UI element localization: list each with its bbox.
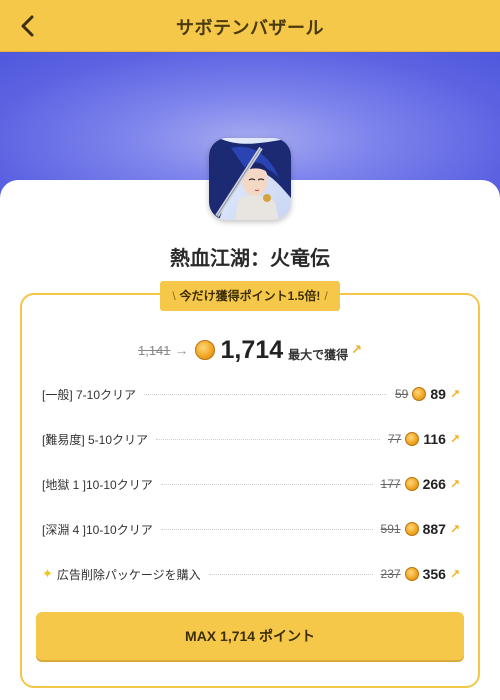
arrow-right-icon: → — [174, 342, 189, 358]
task-row[interactable]: [深淵 4 ]10-10クリア 591 887 ↗ — [42, 519, 460, 539]
external-arrow-icon[interactable]: ↗ — [450, 432, 460, 446]
coin-icon — [194, 340, 215, 360]
task-row[interactable]: [地獄 1 ]10-10クリア 177 266 ↗ — [42, 474, 460, 494]
task-old-points: 591 — [380, 522, 401, 536]
coin-icon — [404, 567, 419, 581]
task-points: 266 — [422, 476, 446, 492]
total-points-row: 1,141 → 1,714 最大で獲得 ↗ — [0, 334, 500, 366]
max-points-button[interactable]: MAX 1,714 ポイント — [36, 612, 464, 660]
total-points: 1,714 — [220, 335, 284, 364]
coin-icon — [405, 432, 420, 446]
task-label: [一般] 7-10クリア — [42, 387, 137, 402]
external-arrow-icon[interactable]: ↗ — [450, 387, 460, 401]
task-row[interactable]: [一般] 7-10クリア 59 89 ↗ — [42, 384, 460, 404]
task-old-points: 237 — [380, 567, 401, 581]
old-total-points: 1,141 — [137, 342, 171, 358]
total-suffix: 最大で獲得 — [288, 347, 349, 362]
task-label: 広告削除パッケージを購入 — [56, 567, 201, 582]
app-name: 熱血江湖：火竜伝 — [170, 248, 330, 270]
task-points: 887 — [422, 521, 446, 537]
task-label: [地獄 1 ]10-10クリア — [42, 477, 153, 492]
sparkle-icon: ✦ — [42, 566, 53, 581]
task-label: [深淵 4 ]10-10クリア — [42, 522, 153, 537]
task-old-points: 77 — [387, 432, 402, 446]
dotted-leader — [160, 483, 373, 485]
task-row[interactable]: ✦ 広告削除パッケージを購入 237 356 ↗ — [42, 564, 460, 584]
coin-icon — [404, 477, 419, 491]
task-old-points: 59 — [395, 387, 409, 401]
dotted-leader — [156, 438, 380, 440]
external-arrow-icon[interactable]: ↗ — [450, 567, 460, 581]
external-arrow-icon[interactable]: ↗ — [450, 477, 460, 491]
coin-icon — [404, 522, 419, 536]
coin-icon — [412, 387, 427, 401]
dotted-leader — [144, 393, 387, 395]
task-points: 116 — [423, 431, 446, 447]
dotted-leader — [160, 528, 373, 530]
task-points: 356 — [422, 566, 446, 582]
task-points: 89 — [430, 386, 446, 402]
dotted-leader — [208, 573, 373, 575]
top-bar: サボテンバザール — [0, 0, 500, 52]
app-icon — [209, 138, 291, 220]
page-title: サボテンバザール — [176, 18, 324, 38]
external-arrow-icon[interactable]: ↗ — [450, 522, 460, 536]
promo-text: 今だけ獲得ポイント1.5倍! — [179, 289, 321, 303]
external-arrow-icon[interactable]: ↗ — [351, 342, 362, 358]
promo-badge: \ 今だけ獲得ポイント1.5倍! / — [160, 281, 340, 311]
task-label: [難易度] 5-10クリア — [42, 432, 149, 447]
task-row[interactable]: [難易度] 5-10クリア 77 116 ↗ — [42, 429, 460, 449]
task-old-points: 177 — [380, 477, 401, 491]
